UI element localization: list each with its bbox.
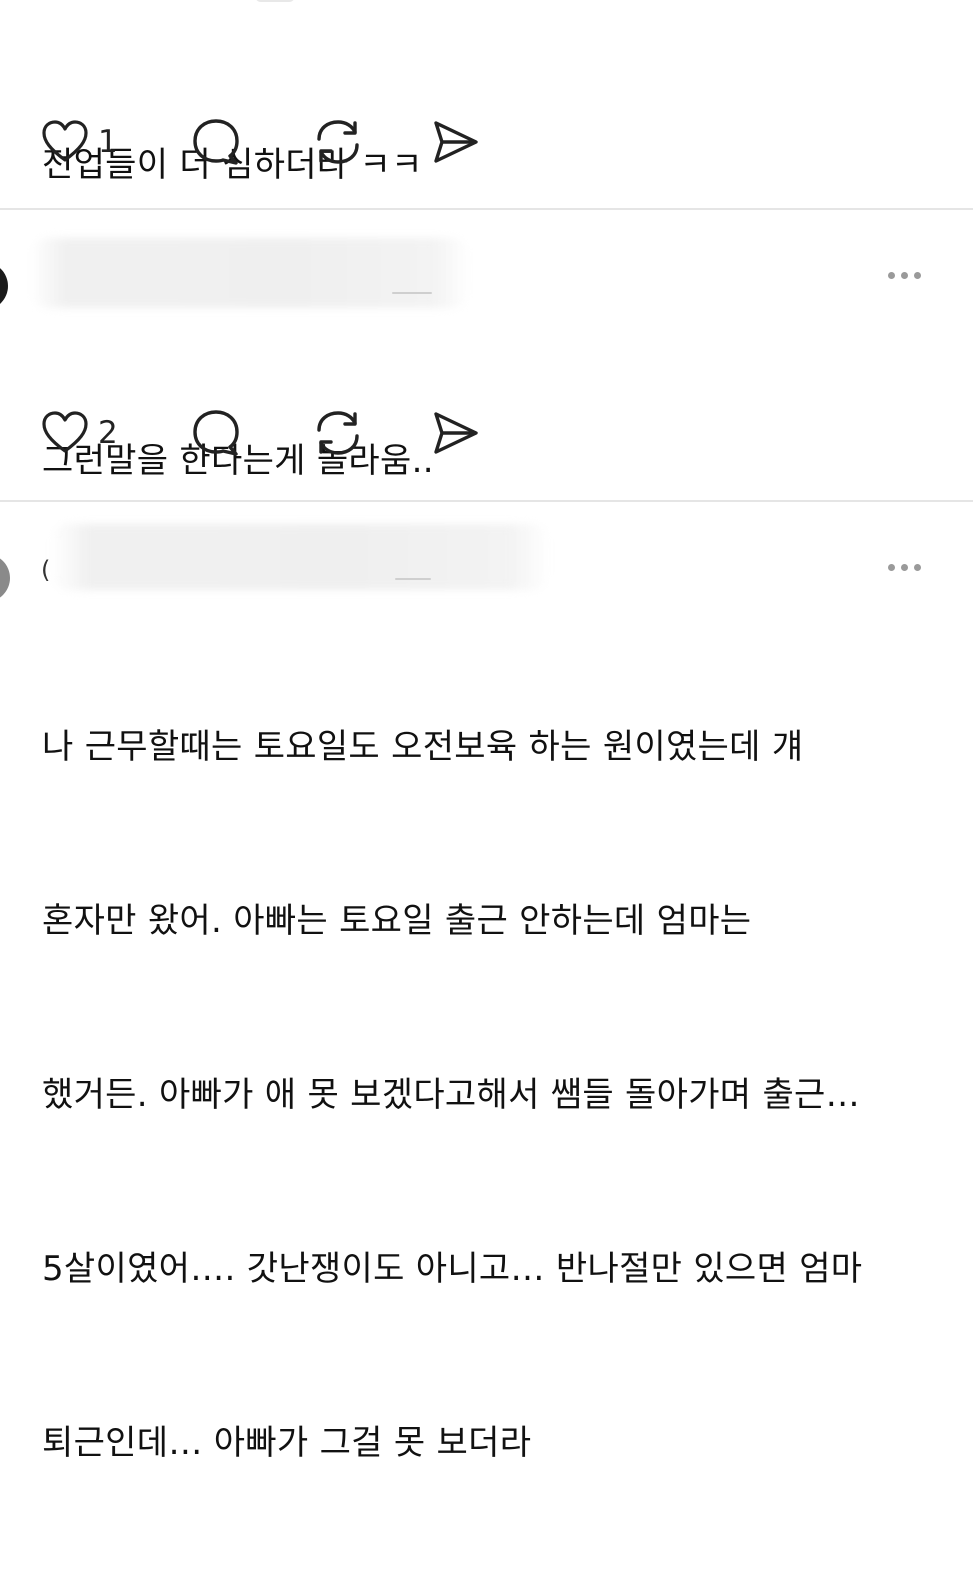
repost-icon [312, 408, 364, 458]
send-icon [430, 408, 482, 458]
more-options-button[interactable] [888, 272, 921, 279]
username-redaction-mark [392, 292, 432, 294]
more-options-button[interactable] [888, 564, 921, 571]
heart-icon [40, 408, 90, 458]
username-fragment [255, 0, 295, 2]
repost-icon [312, 117, 364, 167]
post-text-line: 했거든. 아빠가 애 못 보겠다고해서 쌤들 돌아가며 출근… [42, 1075, 860, 1115]
repost-button[interactable] [312, 408, 364, 458]
username-redacted [30, 238, 470, 308]
post-text-line: 5살이였어…. 갓난쟁이도 아니고… 반나절만 있으면 엄마 [42, 1249, 863, 1289]
reply-button[interactable] [190, 117, 242, 167]
more-dots-icon [888, 272, 895, 279]
heart-icon [40, 117, 90, 167]
username-redacted [50, 524, 550, 590]
username-visible-fragment: ( [41, 556, 51, 584]
like-button[interactable]: 1 [40, 117, 118, 167]
post-3: ( 나 근무할때는 토요일도 오전보육 하는 원이였는데 걔 혼자만 왔어. 아… [0, 502, 973, 1463]
more-dots-icon [888, 564, 895, 571]
reply-button[interactable] [190, 408, 242, 458]
like-count: 2 [98, 415, 118, 451]
share-button[interactable] [430, 117, 482, 167]
comment-bubble-icon [190, 117, 242, 167]
post-2: 그런말을 한다는게 놀라움.. 2 [0, 210, 973, 500]
post-1: 전업들이 더 심하더라 ㅋㅋ 1 [0, 0, 973, 208]
post-text: 나 근무할때는 토요일도 오전보육 하는 원이였는데 걔 혼자만 왔어. 아빠는… [42, 602, 862, 1588]
share-button[interactable] [430, 408, 482, 458]
post-text-line: 퇴근인데… 아빠가 그걸 못 보더라 [42, 1423, 532, 1463]
comment-bubble-icon [190, 408, 242, 458]
send-icon [430, 117, 482, 167]
like-button[interactable]: 2 [40, 408, 118, 458]
username-redaction-mark [395, 578, 431, 580]
post-text-line: 나 근무할때는 토요일도 오전보육 하는 원이였는데 걔 [42, 727, 804, 767]
post-text-line: 혼자만 왔어. 아빠는 토요일 출근 안하는데 엄마는 [42, 901, 752, 941]
avatar[interactable] [0, 554, 10, 602]
avatar[interactable] [0, 262, 8, 310]
repost-button[interactable] [312, 117, 364, 167]
like-count: 1 [98, 124, 118, 160]
